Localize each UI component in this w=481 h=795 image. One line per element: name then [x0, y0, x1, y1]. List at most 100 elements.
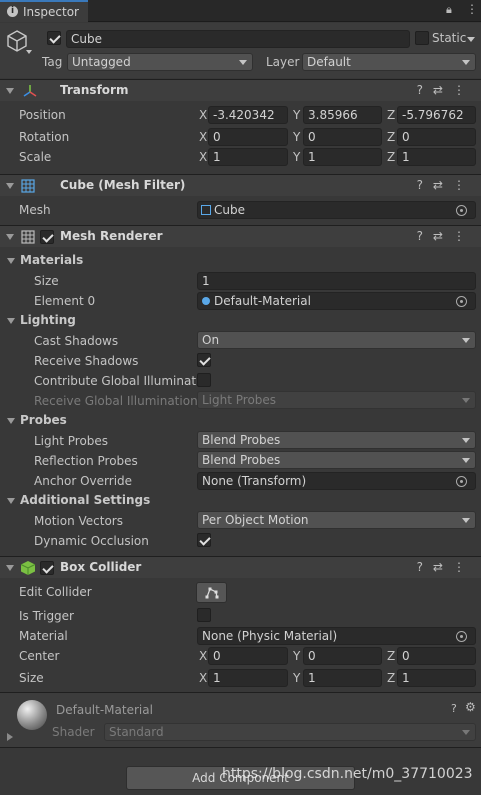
size-y-field[interactable]: 1: [303, 669, 382, 687]
mesh-renderer-enabled-checkbox[interactable]: [40, 230, 54, 244]
reflection-probes-dropdown[interactable]: Blend Probes: [197, 451, 476, 469]
reflection-probes-label: Reflection Probes: [34, 454, 138, 468]
mesh-renderer-header[interactable]: Mesh Renderer ?⇄⋮: [0, 225, 481, 247]
chevron-down-icon: [462, 398, 470, 403]
foldout-arrow-icon[interactable]: [6, 565, 14, 571]
probes-foldout-icon[interactable]: [7, 418, 15, 424]
object-picker-icon[interactable]: [456, 205, 467, 216]
chevron-down-icon: [462, 338, 470, 343]
material-foldout-icon[interactable]: [7, 733, 13, 741]
anchor-override-label: Anchor Override: [34, 474, 133, 488]
chevron-down-icon: [462, 518, 470, 523]
edit-collider-button[interactable]: [196, 582, 227, 603]
box-collider-enabled-checkbox[interactable]: [40, 561, 54, 575]
static-label[interactable]: Static: [432, 31, 466, 45]
chevron-down-icon: [462, 730, 470, 735]
motion-vectors-label: Motion Vectors: [34, 514, 123, 528]
element0-object-field[interactable]: Default-Material: [197, 292, 476, 310]
layer-value: Default: [307, 55, 351, 69]
receive-gi-label: Receive Global Illumination: [34, 394, 198, 408]
box-collider-title: Box Collider: [60, 560, 142, 574]
position-label: Position: [19, 108, 66, 122]
size-x-field[interactable]: 1: [208, 669, 288, 687]
center-z-field[interactable]: 0: [397, 647, 476, 665]
transform-header[interactable]: Transform ?⇄⋮: [0, 79, 481, 101]
static-dropdown-arrow[interactable]: [467, 37, 475, 42]
layer-dropdown[interactable]: Default: [302, 53, 476, 71]
rotation-y-field[interactable]: 0: [303, 128, 382, 146]
mesh-object-field[interactable]: Cube: [197, 201, 476, 219]
position-x-field[interactable]: -3.420342: [208, 106, 288, 124]
tag-dropdown[interactable]: Untagged: [67, 53, 253, 71]
receive-shadows-checkbox[interactable]: [197, 353, 211, 367]
shader-dropdown[interactable]: Standard: [104, 723, 476, 741]
physic-material-field[interactable]: None (Physic Material): [197, 627, 476, 645]
foldout-arrow-icon[interactable]: [6, 183, 14, 189]
axis-x-label: X: [199, 671, 208, 685]
chevron-down-icon: [239, 60, 247, 65]
box-collider-icon: [20, 561, 36, 575]
menu-kebab-icon[interactable]: ⋮: [466, 2, 478, 16]
axis-x-label: X: [199, 108, 208, 122]
size-z-field[interactable]: 1: [397, 669, 476, 687]
element0-value: Default-Material: [214, 294, 311, 308]
light-probes-label: Light Probes: [34, 434, 109, 448]
rotation-x-field[interactable]: 0: [208, 128, 288, 146]
motion-vectors-dropdown[interactable]: Per Object Motion: [197, 511, 476, 529]
material-name: Default-Material: [56, 703, 153, 717]
axis-x-label: X: [199, 649, 208, 663]
center-x-field[interactable]: 0: [208, 647, 288, 665]
contribute-gi-checkbox[interactable]: [197, 373, 211, 387]
receive-gi-value: Light Probes: [202, 393, 277, 407]
cube-icon[interactable]: [6, 29, 28, 53]
cast-shadows-dropdown[interactable]: On: [197, 331, 476, 349]
center-y-field[interactable]: 0: [303, 647, 382, 665]
foldout-arrow-icon[interactable]: [6, 234, 14, 240]
position-z-field[interactable]: -5.796762: [397, 106, 476, 124]
additional-settings-label[interactable]: Additional Settings: [20, 493, 150, 507]
object-name-field[interactable]: Cube: [66, 30, 410, 48]
size-label: Size: [34, 274, 59, 288]
probes-label[interactable]: Probes: [20, 413, 67, 427]
chevron-down-icon: [462, 60, 470, 65]
scale-z-field[interactable]: 1: [397, 148, 476, 166]
object-picker-icon[interactable]: [456, 476, 467, 487]
box-collider-header[interactable]: Box Collider ?⇄⋮: [0, 556, 481, 578]
materials-label[interactable]: Materials: [20, 253, 83, 267]
cube-icon-dropdown-arrow[interactable]: [26, 50, 32, 54]
rotation-label: Rotation: [19, 130, 70, 144]
gear-icon[interactable]: ⚙︎: [465, 700, 476, 714]
anchor-override-field[interactable]: None (Transform): [197, 472, 476, 490]
foldout-arrow-icon[interactable]: [6, 88, 14, 94]
component-header-icons[interactable]: ?⇄⋮: [417, 83, 475, 97]
mesh-filter-header[interactable]: Cube (Mesh Filter) ?⇄⋮: [0, 174, 481, 196]
materials-size-field[interactable]: 1: [197, 272, 476, 290]
lock-icon[interactable]: 🔒︎: [446, 3, 452, 17]
scale-x-field[interactable]: 1: [208, 148, 288, 166]
light-probes-dropdown[interactable]: Blend Probes: [197, 431, 476, 449]
scale-y-field[interactable]: 1: [303, 148, 382, 166]
component-header-icons[interactable]: ?⇄⋮: [417, 178, 475, 192]
object-picker-icon[interactable]: [456, 631, 467, 642]
transform-icon: [23, 85, 37, 97]
shader-value: Standard: [109, 725, 164, 739]
center-label: Center: [19, 649, 60, 663]
material-help-icon[interactable]: ?: [451, 702, 457, 715]
object-picker-icon[interactable]: [456, 296, 467, 307]
additional-settings-foldout-icon[interactable]: [7, 498, 15, 504]
position-y-field[interactable]: 3.85966: [303, 106, 382, 124]
chevron-down-icon: [462, 438, 470, 443]
dynamic-occlusion-checkbox[interactable]: [197, 533, 211, 547]
mesh-filter-title: Cube (Mesh Filter): [60, 178, 186, 192]
materials-foldout-icon[interactable]: [7, 258, 15, 264]
active-checkbox[interactable]: [47, 31, 61, 45]
component-header-icons[interactable]: ?⇄⋮: [417, 560, 475, 574]
component-header-icons[interactable]: ?⇄⋮: [417, 229, 475, 243]
lighting-foldout-icon[interactable]: [7, 318, 15, 324]
is-trigger-checkbox[interactable]: [197, 608, 211, 622]
rotation-z-field[interactable]: 0: [397, 128, 476, 146]
tab-inspector[interactable]: i Inspector: [0, 0, 88, 22]
static-checkbox[interactable]: [415, 31, 429, 45]
lighting-label[interactable]: Lighting: [20, 313, 76, 327]
mesh-grid-icon: [201, 205, 211, 215]
